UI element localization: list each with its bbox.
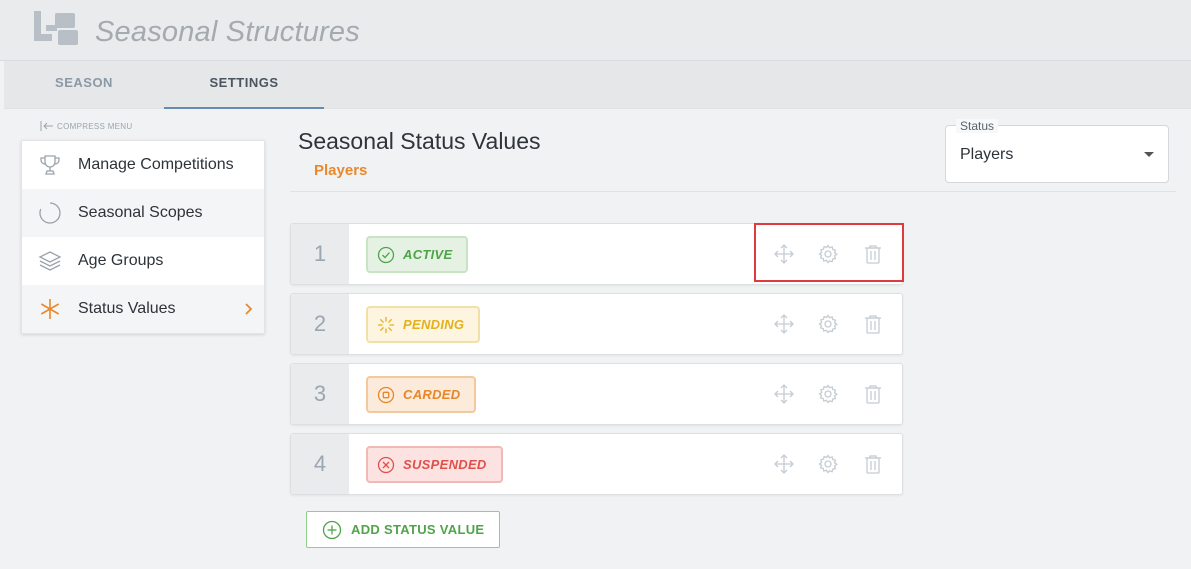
add-status-value-button[interactable]: ADD STATUS VALUE [306, 511, 500, 548]
page-title: Seasonal Status Values [298, 128, 541, 154]
chevron-right-icon [245, 303, 253, 315]
sidebar-item-status-values[interactable]: Status Values [22, 285, 264, 333]
page-subtitle: Players [314, 162, 368, 179]
trash-icon[interactable] [862, 383, 884, 405]
tab-settings[interactable]: SETTINGS [164, 61, 324, 109]
move-icon[interactable] [773, 383, 795, 405]
tab-season[interactable]: SEASON [4, 61, 164, 109]
add-status-value-label: ADD STATUS VALUE [351, 522, 485, 537]
asterisk-icon [40, 299, 60, 319]
status-badge-label: PENDING [403, 317, 465, 332]
trash-icon[interactable] [862, 243, 884, 265]
compress-menu-label: COMPRESS MENU [57, 121, 133, 131]
move-icon[interactable] [773, 313, 795, 335]
row-number: 3 [291, 364, 349, 424]
row-number: 4 [291, 434, 349, 494]
side-menu: Manage Competitions Seasonal Scopes Age … [21, 140, 265, 334]
sidebar-item-label: Status Values [78, 300, 176, 317]
status-row: 4 SUSPENDED [290, 433, 903, 495]
status-badge-label: ACTIVE [403, 247, 453, 262]
app-title: Seasonal Structures [95, 16, 360, 48]
spinner-icon [377, 316, 395, 333]
status-badge-label: CARDED [403, 387, 461, 402]
layers-icon [38, 251, 62, 271]
status-badge-label: SUSPENDED [403, 457, 487, 472]
gear-icon[interactable] [817, 383, 839, 405]
sidebar-item-label: Manage Competitions [78, 156, 234, 173]
row-number: 1 [291, 224, 349, 284]
status-select-value: Players [960, 146, 1014, 163]
sidebar-item-age-groups[interactable]: Age Groups [22, 237, 264, 285]
x-circle-icon [377, 456, 395, 473]
row-number: 2 [291, 294, 349, 354]
collapse-left-icon [40, 121, 53, 131]
status-select-label: Status [956, 119, 999, 133]
status-row: 3 CARDED [290, 363, 903, 425]
trophy-icon [40, 155, 60, 175]
caret-down-icon [1144, 152, 1154, 157]
status-badge-suspended: SUSPENDED [366, 446, 503, 483]
status-row: 1 ACTIVE [290, 223, 903, 285]
plus-circle-icon [322, 520, 342, 539]
status-row: 2 PENDING [290, 293, 903, 355]
gear-icon[interactable] [817, 243, 839, 265]
check-circle-icon [377, 246, 395, 263]
stop-circle-icon [377, 386, 395, 403]
sidebar-item-label: Age Groups [78, 252, 164, 269]
trash-icon[interactable] [862, 453, 884, 475]
tab-bar: SEASON SETTINGS [4, 61, 1191, 109]
app-header: Seasonal Structures [0, 0, 1191, 61]
circle-icon [39, 202, 61, 224]
app-logo-icon [34, 11, 78, 45]
divider [290, 191, 1176, 192]
gear-icon[interactable] [817, 313, 839, 335]
move-icon[interactable] [773, 243, 795, 265]
gear-icon[interactable] [817, 453, 839, 475]
sidebar-item-manage-competitions[interactable]: Manage Competitions [22, 141, 264, 189]
status-badge-pending: PENDING [366, 306, 481, 343]
sidebar-item-seasonal-scopes[interactable]: Seasonal Scopes [22, 189, 264, 237]
compress-menu-button[interactable]: COMPRESS MENU [40, 121, 132, 131]
trash-icon[interactable] [862, 313, 884, 335]
move-icon[interactable] [773, 453, 795, 475]
status-badge-carded: CARDED [366, 376, 477, 413]
sidebar-item-label: Seasonal Scopes [78, 204, 203, 221]
status-badge-active: ACTIVE [366, 236, 469, 273]
status-select[interactable]: Status Players [945, 119, 1169, 183]
